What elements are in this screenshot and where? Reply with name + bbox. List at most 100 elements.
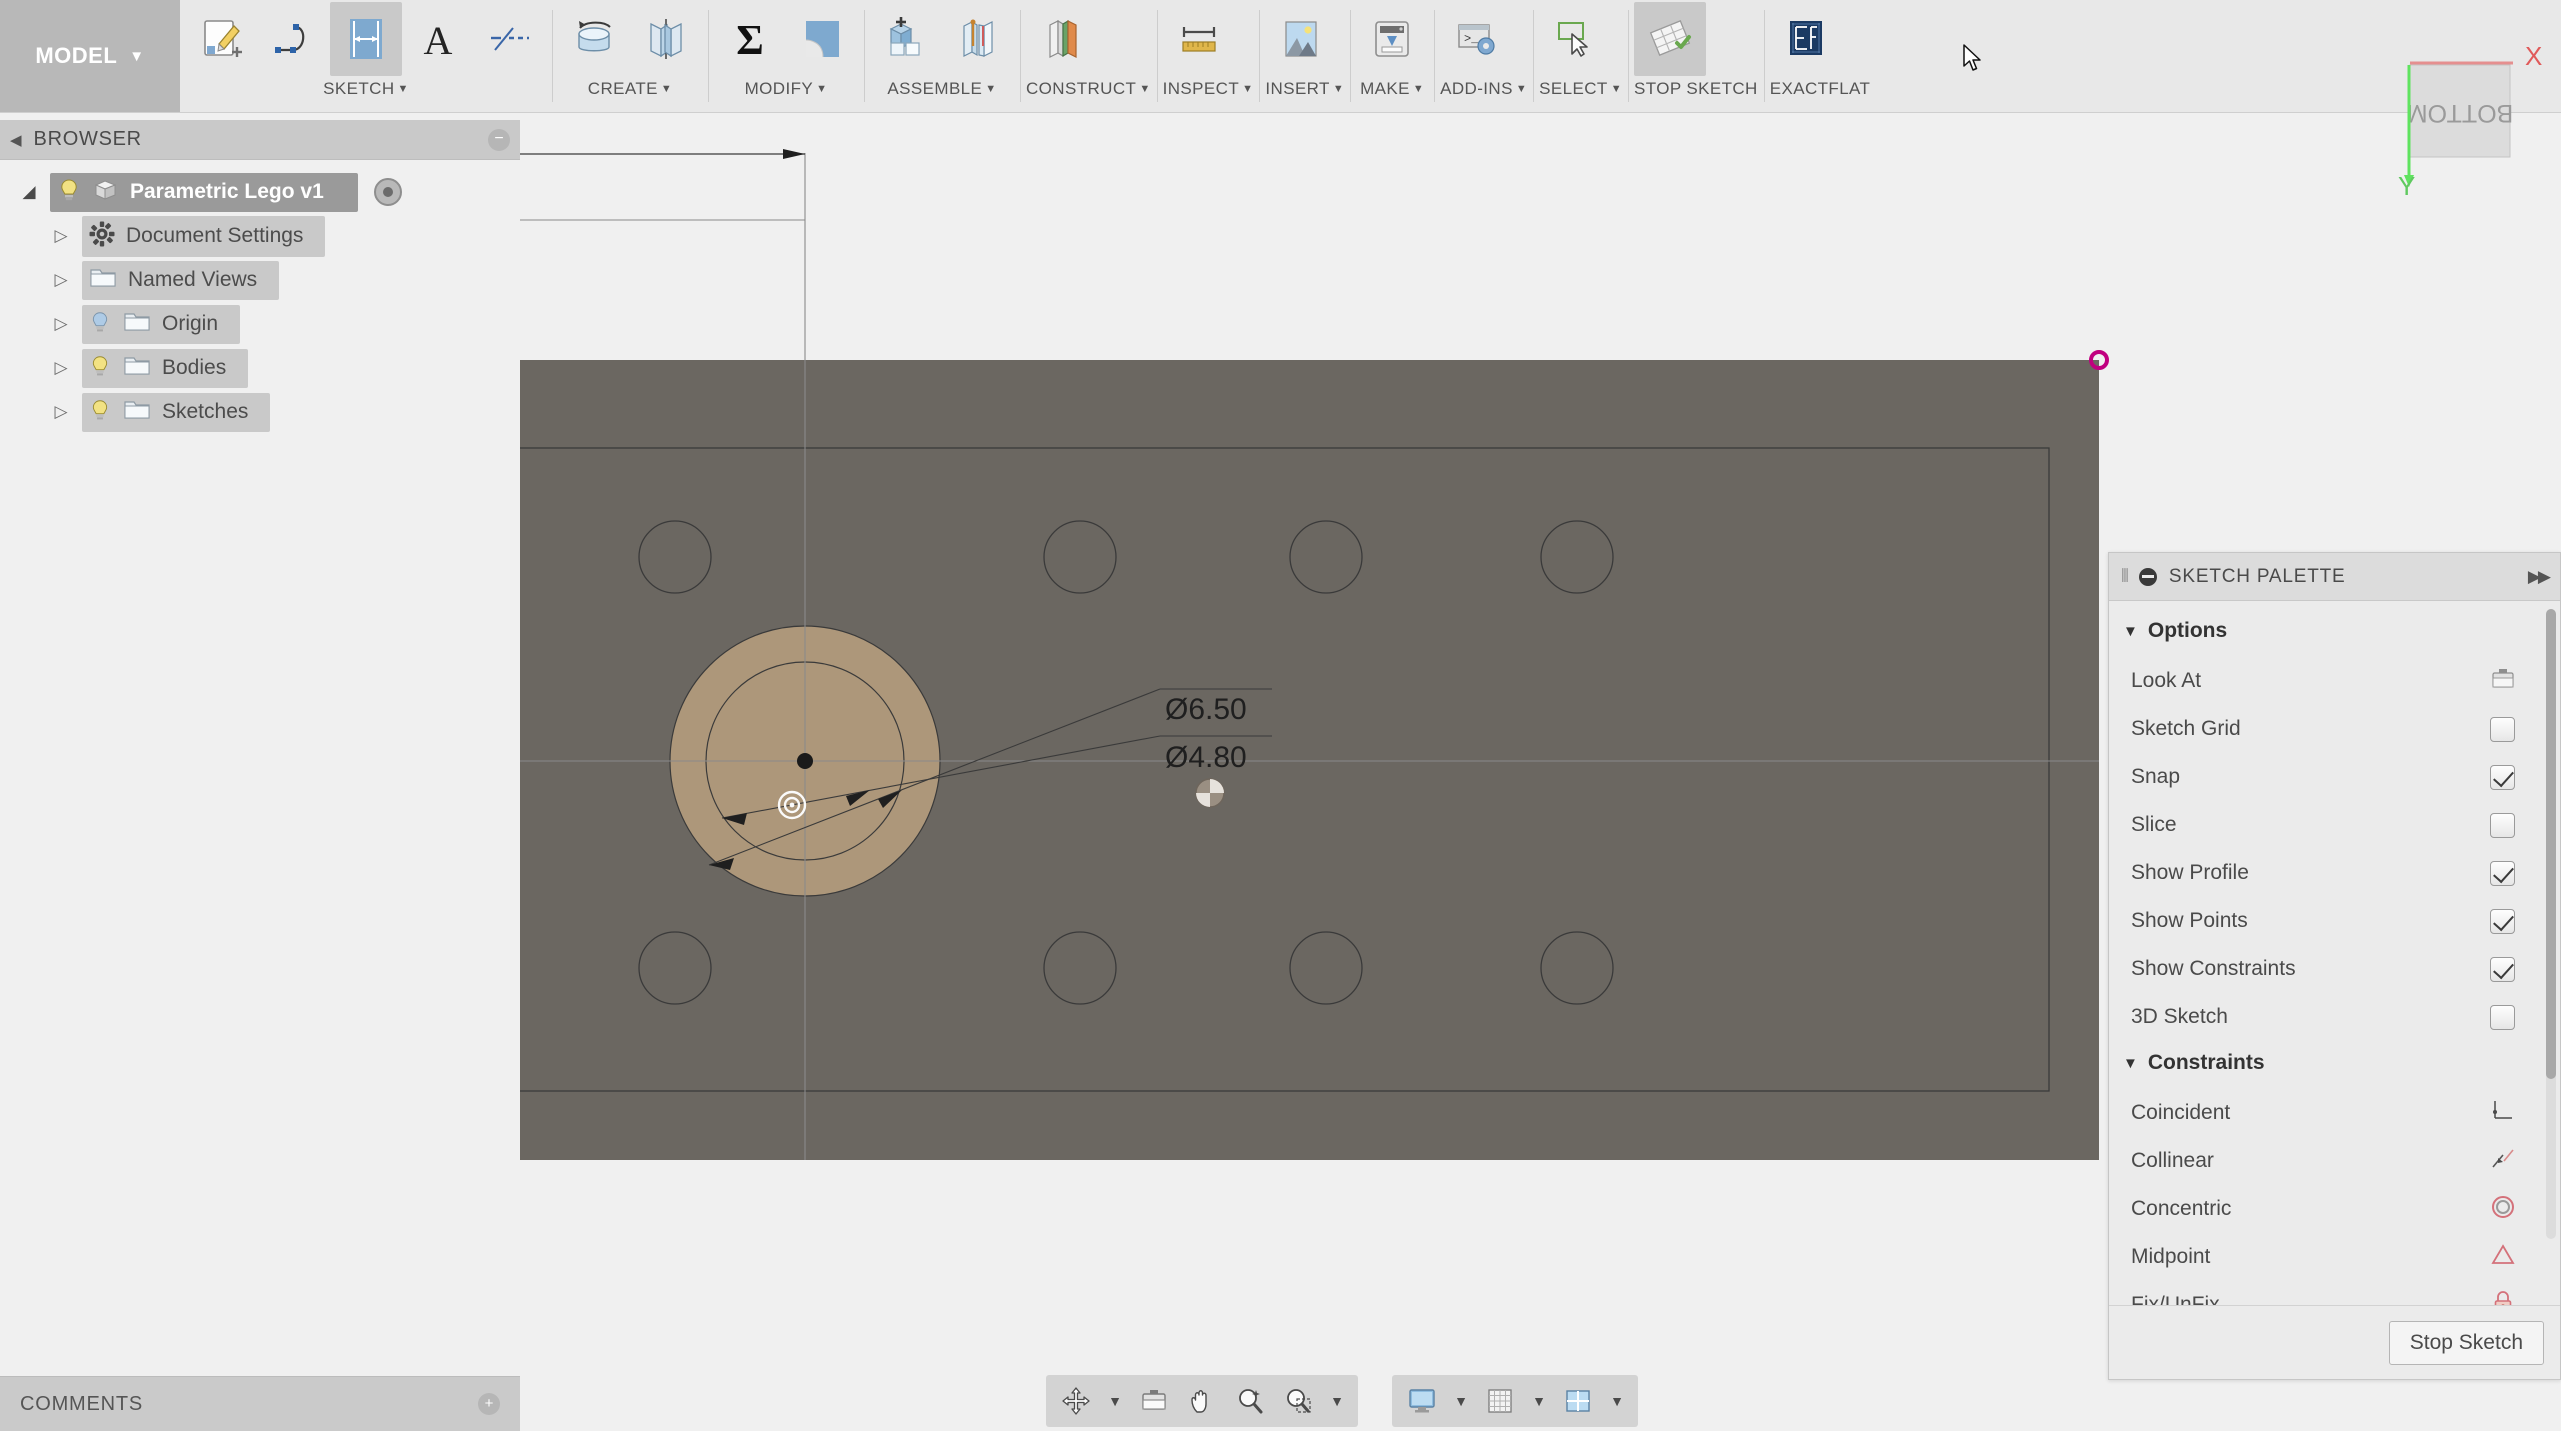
look-at-icon[interactable] (2490, 667, 2516, 696)
grid-snap-caret[interactable]: ▼ (1526, 1379, 1552, 1423)
concentric-icon[interactable] (2490, 1194, 2516, 1225)
viewports-icon[interactable] (1556, 1379, 1600, 1423)
lightbulb-icon[interactable] (56, 177, 82, 208)
browser-item-named-views[interactable]: Named Views (82, 261, 279, 300)
joint-icon[interactable] (942, 2, 1014, 76)
ribbon-group-label-addins[interactable]: ADD-INS▼ (1440, 78, 1527, 108)
select-icon[interactable] (1539, 2, 1611, 76)
zoom-dropdown-caret[interactable]: ▼ (1324, 1379, 1350, 1423)
palette-row-slice[interactable]: Slice (2109, 801, 2560, 849)
palette-scrollbar[interactable] (2546, 609, 2556, 1239)
browser-item-origin[interactable]: Origin (82, 305, 240, 344)
minimize-icon[interactable] (2139, 568, 2157, 586)
twisty-icon[interactable]: ▷ (46, 358, 76, 378)
palette-row-show-points[interactable]: Show Points (2109, 897, 2560, 945)
ribbon-group-label-insert[interactable]: INSERT▼ (1265, 78, 1344, 108)
palette-row-sketch-grid[interactable]: Sketch Grid (2109, 705, 2560, 753)
minimize-icon[interactable]: − (488, 129, 510, 151)
ribbon-group-label-modify[interactable]: MODIFY▼ (714, 78, 858, 108)
show-profile-checkbox[interactable] (2490, 861, 2515, 886)
snap-checkbox[interactable] (2490, 765, 2515, 790)
comments-bar[interactable]: COMMENTS + (0, 1376, 520, 1431)
palette-row-look-at[interactable]: Look At (2109, 657, 2560, 705)
twisty-icon[interactable]: ▷ (46, 314, 76, 334)
orbit-dropdown-caret[interactable]: ▼ (1102, 1379, 1128, 1423)
ribbon-group-label-exactflat[interactable]: EXACTFLAT (1770, 78, 1871, 108)
drag-handle-icon[interactable]: ⦀ (2121, 566, 2127, 587)
palette-row-concentric[interactable]: Concentric (2109, 1185, 2560, 1233)
lightbulb-icon[interactable] (88, 397, 112, 428)
palette-row-show-constraints[interactable]: Show Constraints (2109, 945, 2560, 993)
palette-row-snap[interactable]: Snap (2109, 753, 2560, 801)
twisty-icon[interactable]: ◢ (14, 182, 44, 202)
scripts-addins-icon[interactable]: >_ (1440, 2, 1512, 76)
twisty-icon[interactable]: ▷ (46, 270, 76, 290)
twisty-icon[interactable]: ▷ (46, 402, 76, 422)
expand-icon[interactable]: ▶▶ (2528, 567, 2548, 587)
workspace-switcher[interactable]: MODEL ▼ (0, 0, 180, 112)
fillet-icon[interactable] (786, 2, 858, 76)
ribbon-group-label-stop-sketch[interactable]: STOP SKETCH (1634, 78, 1758, 108)
3d-sketch-checkbox[interactable] (2490, 1005, 2515, 1030)
circle-center-point[interactable] (797, 753, 813, 769)
coincident-icon[interactable] (2490, 1098, 2516, 1129)
look-at-nav-icon[interactable] (1132, 1379, 1176, 1423)
ribbon-group-label-sketch[interactable]: SKETCH▼ (186, 78, 546, 108)
zoom-icon[interactable] (1228, 1379, 1272, 1423)
show-points-checkbox[interactable] (2490, 909, 2515, 934)
sketch-spline-icon[interactable] (258, 2, 330, 76)
component-activate-toggle[interactable] (374, 178, 402, 206)
zoom-window-icon[interactable] (1276, 1379, 1320, 1423)
view-cube[interactable]: BOTTOM X Y (2370, 25, 2555, 205)
ribbon-group-label-assemble[interactable]: ASSEMBLE▼ (870, 78, 1014, 108)
sketch-dimension-icon[interactable] (330, 2, 402, 76)
add-comment-icon[interactable]: + (478, 1393, 500, 1415)
display-settings-icon[interactable] (1400, 1379, 1444, 1423)
browser-item-sketches[interactable]: Sketches (82, 393, 270, 432)
mirror-icon[interactable] (630, 2, 702, 76)
create-sketch-icon[interactable] (186, 2, 258, 76)
palette-row-fix-unfix[interactable]: Fix/UnFix (2109, 1281, 2560, 1305)
show-constraints-checkbox[interactable] (2490, 957, 2515, 982)
collapse-icon[interactable]: ◀ (10, 131, 22, 149)
orbit-icon[interactable] (1054, 1379, 1098, 1423)
ribbon-group-label-construct[interactable]: CONSTRUCT▼ (1026, 78, 1151, 108)
revolve-icon[interactable] (558, 2, 630, 76)
twisty-icon[interactable]: ▷ (46, 226, 76, 246)
pan-icon[interactable] (1180, 1379, 1224, 1423)
lightbulb-icon[interactable] (88, 353, 112, 384)
exactflat-icon[interactable] (1770, 2, 1842, 76)
ribbon-group-label-select[interactable]: SELECT▼ (1539, 78, 1622, 108)
measure-icon[interactable] (1163, 2, 1235, 76)
browser-item-parametric-lego[interactable]: Parametric Lego v1 (50, 173, 358, 212)
browser-item-document-settings[interactable]: Document Settings (82, 216, 325, 257)
palette-row-midpoint[interactable]: Midpoint (2109, 1233, 2560, 1281)
concentric-constraint-glyph[interactable] (1196, 779, 1224, 807)
palette-row-collinear[interactable]: Collinear (2109, 1137, 2560, 1185)
lightbulb-icon[interactable] (88, 309, 112, 340)
grid-snap-icon[interactable] (1478, 1379, 1522, 1423)
display-settings-caret[interactable]: ▼ (1448, 1379, 1474, 1423)
new-component-icon[interactable] (870, 2, 942, 76)
ribbon-group-label-create[interactable]: CREATE▼ (558, 78, 702, 108)
stop-sketch-icon[interactable] (1634, 2, 1706, 76)
sketch-palette-header[interactable]: ⦀ SKETCH PALETTE ▶▶ (2109, 553, 2560, 601)
lock-icon[interactable] (2490, 1290, 2516, 1306)
palette-row-show-profile[interactable]: Show Profile (2109, 849, 2560, 897)
sketch-construction-icon[interactable] (474, 2, 546, 76)
palette-section-options[interactable]: ▼ Options (2109, 609, 2560, 657)
palette-section-constraints[interactable]: ▼ Constraints (2109, 1041, 2560, 1089)
insert-image-icon[interactable] (1265, 2, 1337, 76)
viewports-caret[interactable]: ▼ (1604, 1379, 1630, 1423)
stop-sketch-button[interactable]: Stop Sketch (2389, 1321, 2544, 1365)
browser-item-bodies[interactable]: Bodies (82, 349, 248, 388)
3d-print-icon[interactable] (1356, 2, 1428, 76)
palette-row-3d-sketch[interactable]: 3D Sketch (2109, 993, 2560, 1041)
slice-checkbox[interactable] (2490, 813, 2515, 838)
ribbon-group-label-inspect[interactable]: INSPECT▼ (1163, 78, 1254, 108)
sketch-text-icon[interactable]: A (402, 2, 474, 76)
change-parameters-icon[interactable]: Σ (714, 2, 786, 76)
midpoint-icon[interactable] (2490, 1242, 2516, 1273)
sketch-grid-checkbox[interactable] (2490, 717, 2515, 742)
offset-plane-icon[interactable] (1026, 2, 1098, 76)
